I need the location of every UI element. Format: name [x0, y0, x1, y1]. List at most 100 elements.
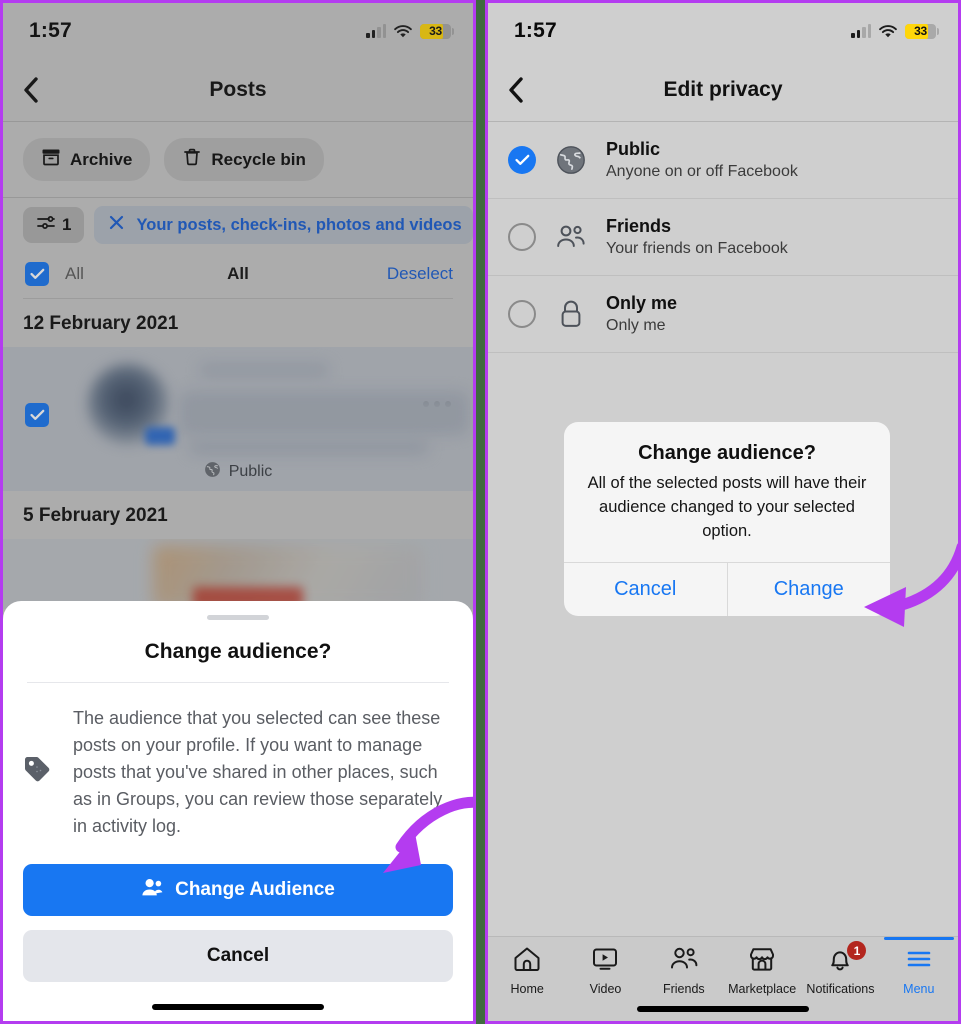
battery-icon: 33 — [905, 23, 939, 39]
post-privacy-status: Public — [3, 461, 473, 483]
back-chevron-icon[interactable] — [23, 77, 49, 103]
tab-menu[interactable]: Menu — [880, 937, 958, 996]
friends-icon — [554, 223, 588, 251]
privacy-option-title: Public — [606, 139, 661, 159]
checkbox-checked-icon[interactable] — [25, 262, 49, 286]
battery-percent: 33 — [429, 24, 442, 38]
privacy-option-title: Friends — [606, 216, 672, 236]
status-bar: 1:57 33 — [488, 3, 958, 59]
change-audience-alert-dialog: Change audience? All of the selected pos… — [564, 422, 890, 616]
privacy-option-subtitle: Only me — [606, 317, 666, 334]
tab-list: Home Video Friends Marketplace 1 Notific… — [488, 937, 958, 996]
home-indicator — [152, 1004, 324, 1010]
recycle-bin-chip[interactable]: Recycle bin — [164, 138, 324, 181]
status-bar-clock: 1:57 — [514, 19, 557, 42]
date-header: 5 February 2021 — [23, 505, 168, 526]
sheet-description: The audience that you selected can see t… — [73, 708, 443, 836]
privacy-option-only-me[interactable]: Only me Only me — [488, 276, 958, 353]
filter-sliders-icon — [36, 214, 55, 236]
privacy-option-subtitle: Anyone on or off Facebook — [606, 163, 798, 180]
left-phone-screen: 1:57 33 Posts Archive Recycle bin 1 Your… — [0, 0, 476, 1024]
privacy-option-friends[interactable]: Friends Your friends on Facebook — [488, 199, 958, 276]
active-filter-label: Your posts, check-ins, photos and videos — [136, 215, 462, 234]
privacy-option-texts: Public Anyone on or off Facebook — [606, 139, 798, 181]
panel-gap — [476, 0, 485, 1024]
filter-button[interactable]: 1 — [23, 207, 85, 243]
sheet-title: Change audience? — [144, 640, 332, 663]
checkbox-checked-icon[interactable] — [25, 403, 49, 427]
change-audience-bottom-sheet: Change audience? The audience that you s… — [3, 601, 473, 1021]
tab-marketplace-label: Marketplace — [728, 982, 797, 996]
deselect-button[interactable]: Deselect — [387, 264, 453, 284]
tab-friends-label: Friends — [662, 982, 705, 996]
privacy-option-public[interactable]: Public Anyone on or off Facebook — [488, 122, 958, 199]
tab-menu-label: Menu — [903, 982, 935, 996]
archive-chip[interactable]: Archive — [23, 138, 151, 181]
filter-row: 1 Your posts, check-ins, photos and vide… — [3, 198, 473, 254]
wifi-icon — [393, 24, 413, 39]
back-chevron-icon[interactable] — [508, 77, 534, 103]
tab-friends[interactable]: Friends — [645, 946, 723, 996]
blurred-badge — [145, 427, 175, 445]
post-row[interactable]: Public — [3, 347, 473, 491]
navigation-bar: Edit privacy — [488, 59, 958, 121]
tab-marketplace[interactable]: Marketplace — [723, 946, 801, 996]
post-privacy-label: Public — [228, 463, 273, 480]
hamburger-menu-icon — [905, 946, 933, 977]
notifications-badge: 1 — [847, 941, 867, 960]
archive-chip-label: Archive — [70, 149, 133, 169]
navigation-bar: Posts — [3, 59, 473, 121]
alert-title: Change audience? — [638, 442, 816, 464]
blurred-text-line — [199, 363, 329, 377]
tab-notifications[interactable]: 1 Notifications — [801, 941, 879, 996]
two-phone-screenshot-comparison: 1:57 33 Posts Archive Recycle bin 1 Your… — [0, 0, 961, 1024]
recycle-bin-chip-label: Recycle bin — [211, 149, 306, 169]
home-indicator — [637, 1006, 809, 1012]
radio-unselected-icon[interactable] — [508, 300, 536, 328]
select-all-row: All All Deselect — [3, 254, 473, 298]
status-bar-indicators: 33 — [366, 23, 454, 39]
page-title: Edit privacy — [663, 78, 783, 101]
privacy-option-texts: Only me Only me — [606, 293, 677, 335]
video-icon — [591, 946, 619, 977]
tab-home[interactable]: Home — [488, 946, 566, 996]
cellular-signal-icon — [851, 24, 871, 38]
radio-selected-icon[interactable] — [508, 146, 536, 174]
lock-icon — [554, 299, 588, 329]
blurred-text-block — [179, 391, 469, 435]
date-header: 12 February 2021 — [23, 313, 179, 334]
page-title: Posts — [209, 78, 267, 101]
wifi-icon — [878, 24, 898, 39]
active-tab-indicator — [883, 937, 954, 940]
privacy-option-texts: Friends Your friends on Facebook — [606, 216, 788, 258]
filter-count-label: 1 — [62, 215, 72, 234]
alert-message: All of the selected posts will have thei… — [587, 474, 867, 540]
radio-unselected-icon[interactable] — [508, 223, 536, 251]
archive-box-icon — [41, 147, 61, 172]
battery-percent: 33 — [914, 24, 927, 38]
status-bar: 1:57 33 — [3, 3, 473, 59]
cancel-button-label: Cancel — [206, 945, 270, 966]
change-audience-button-label: Change Audience — [175, 879, 335, 900]
tab-video[interactable]: Video — [566, 946, 644, 996]
active-filter-pill[interactable]: Your posts, check-ins, photos and videos — [94, 206, 473, 244]
change-audience-button[interactable]: Change Audience — [23, 864, 453, 916]
alert-cancel-button[interactable]: Cancel — [564, 563, 727, 616]
tag-icon — [21, 753, 55, 792]
close-x-icon[interactable] — [108, 214, 125, 236]
status-bar-indicators: 33 — [851, 23, 939, 39]
post-row[interactable] — [3, 539, 473, 609]
alert-content: Change audience? All of the selected pos… — [564, 422, 890, 562]
alert-change-button[interactable]: Change — [726, 562, 891, 616]
alert-actions: Cancel Change — [564, 561, 891, 616]
tab-notifications-label: Notifications — [806, 982, 875, 996]
quick-action-chips: Archive Recycle bin — [3, 122, 473, 197]
status-bar-clock: 1:57 — [29, 19, 72, 42]
trash-icon — [182, 147, 202, 172]
marketplace-icon — [748, 946, 776, 977]
blurred-text-line — [189, 439, 429, 455]
cancel-button[interactable]: Cancel — [23, 930, 453, 982]
right-phone-screen: 1:57 33 Edit privacy Public Anyone on or… — [485, 0, 961, 1024]
privacy-option-title: Only me — [606, 293, 678, 313]
cellular-signal-icon — [366, 24, 386, 38]
